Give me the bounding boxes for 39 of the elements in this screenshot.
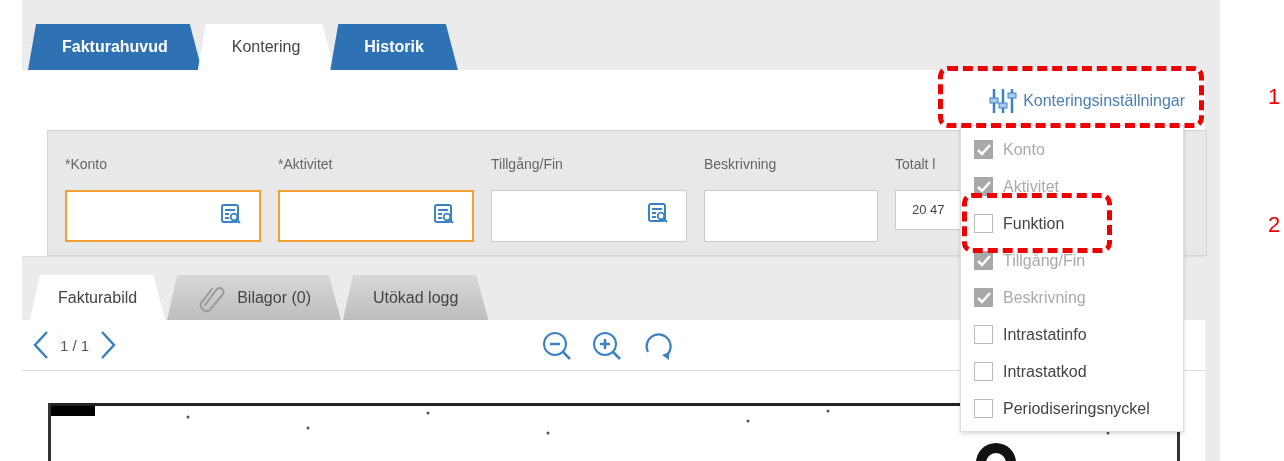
annotation-number: 1: [1268, 84, 1281, 110]
menu-item-label: Intrastatinfo: [1003, 325, 1087, 344]
field-label: *Konto: [65, 156, 109, 174]
input-field[interactable]: [278, 190, 474, 242]
checkbox[interactable]: [974, 325, 993, 344]
field-label: Tillgång/Fin: [491, 156, 564, 174]
tab[interactable]: Utökad logg: [342, 275, 489, 320]
tab[interactable]: Bilagor (0): [167, 275, 341, 320]
input-field[interactable]: [704, 190, 878, 242]
menu-item-label: Beskrivning: [1003, 288, 1086, 307]
input-field[interactable]: [65, 190, 261, 242]
zoom-in-icon[interactable]: [592, 331, 622, 361]
amount-field[interactable]: 20 47: [895, 190, 961, 230]
checkbox[interactable]: [974, 362, 993, 381]
chevron-right-icon[interactable]: [99, 330, 118, 360]
menu-item-label: Aktivitet: [1003, 177, 1059, 196]
lookup-icon[interactable]: [648, 203, 668, 223]
menu-item-label: Intrastatkod: [1003, 362, 1087, 381]
page-indicator: 1 / 1: [60, 336, 90, 354]
lookup-icon[interactable]: [434, 204, 454, 224]
tab[interactable]: Historik: [330, 24, 458, 70]
checkbox[interactable]: [974, 214, 993, 233]
field-label: Totalt l: [895, 156, 936, 174]
lookup-icon[interactable]: [221, 204, 241, 224]
menu-item-label: Tillgång/Fin: [1003, 251, 1086, 270]
field-label: *Aktivitet: [278, 156, 334, 174]
menu-item-label: Periodiseringsnyckel: [1003, 399, 1150, 418]
checkbox[interactable]: [974, 399, 993, 418]
tab[interactable]: Fakturahuvud: [28, 24, 202, 70]
field-label: Beskrivning: [704, 156, 778, 174]
sliders-icon: [989, 87, 1018, 115]
tab[interactable]: Fakturabild: [30, 275, 166, 320]
input-field[interactable]: [491, 190, 687, 242]
menu-item-label: Funktion: [1003, 214, 1065, 233]
chevron-left-icon[interactable]: [32, 330, 50, 360]
zoom-out-icon[interactable]: [542, 331, 572, 361]
settings-button[interactable]: Konteringsinställningar: [989, 87, 1185, 115]
annotation-number: 2: [1268, 212, 1281, 238]
menu-item-label: Konto: [1003, 140, 1045, 159]
